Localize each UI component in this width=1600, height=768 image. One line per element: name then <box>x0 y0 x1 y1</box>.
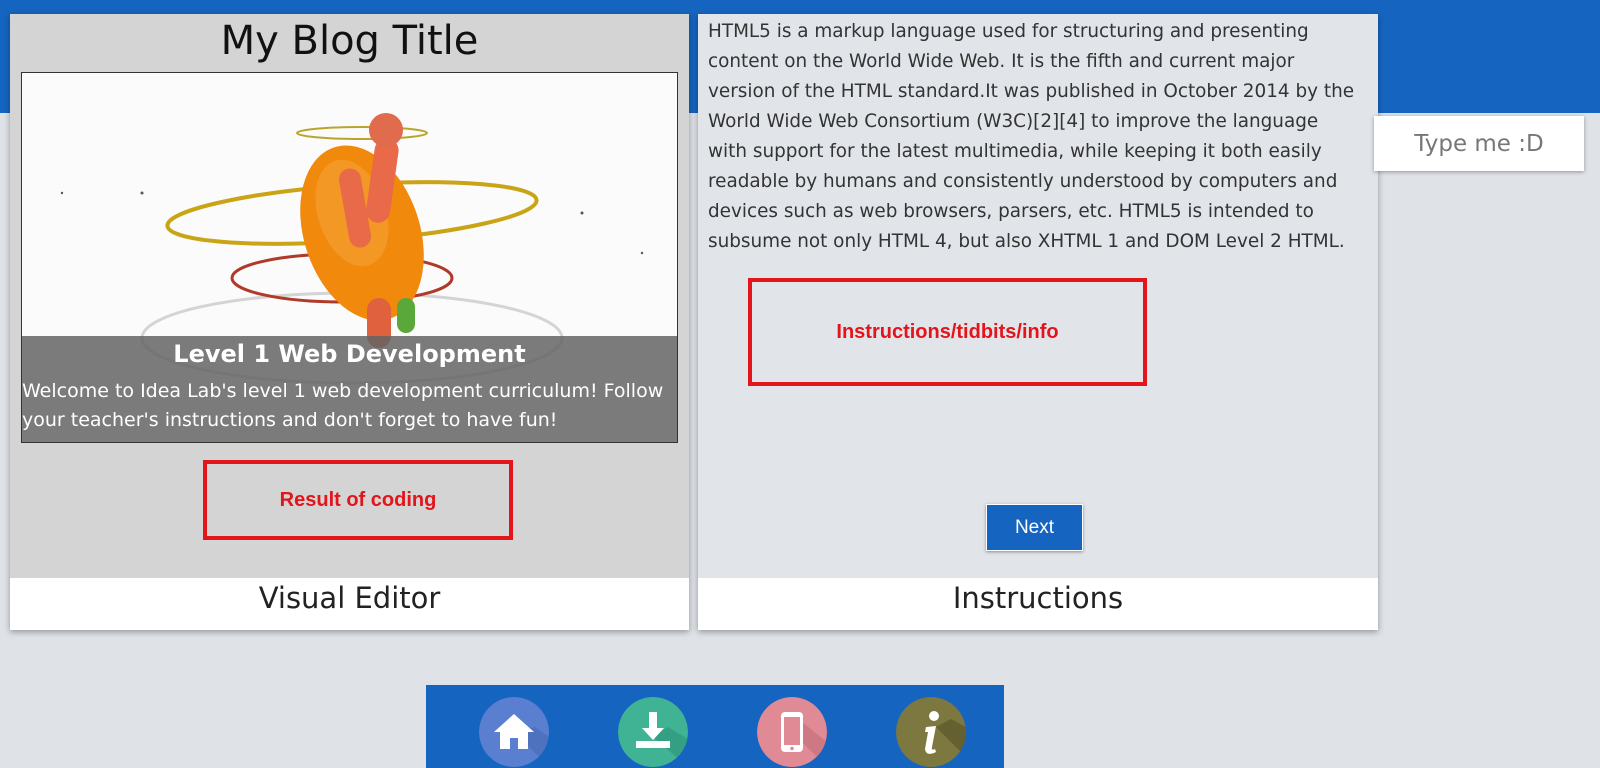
hero-heading: Level 1 Web Development <box>173 340 526 368</box>
mobile-device-icon <box>757 697 827 767</box>
hero-caption: Level 1 Web Development Welcome to Idea … <box>22 336 677 442</box>
mobile-device-button[interactable] <box>757 697 827 767</box>
info-button[interactable] <box>896 697 966 767</box>
instructions-panel: HTML5 is a markup language used for stru… <box>698 14 1378 630</box>
info-icon <box>896 697 966 767</box>
blog-title: My Blog Title <box>220 18 479 64</box>
visual-editor-label: Visual Editor <box>258 581 441 615</box>
result-of-coding-box: Result of coding <box>203 460 513 540</box>
instructions-label: Instructions <box>952 581 1124 615</box>
instructions-info-box: Instructions/tidbits/info <box>748 278 1147 386</box>
hero-text: Welcome to Idea Lab's level 1 web develo… <box>22 380 664 431</box>
result-box-label: Result of coding <box>279 488 437 511</box>
instructions-footer: Instructions <box>698 578 1378 630</box>
visual-editor-panel: My Blog Title Level 1 Web Development We… <box>10 14 689 630</box>
hero-card: Level 1 Web Development Welcome to Idea … <box>21 72 678 443</box>
download-icon <box>618 697 688 767</box>
next-button[interactable]: Next <box>986 504 1083 551</box>
visual-editor-footer: Visual Editor <box>10 578 689 630</box>
instructions-text: HTML5 is a markup language used for stru… <box>708 21 1355 252</box>
type-me-input[interactable] <box>1374 116 1584 171</box>
home-icon <box>479 697 549 767</box>
download-button[interactable] <box>618 697 688 767</box>
home-button[interactable] <box>479 697 549 767</box>
bottom-nav-bar <box>426 685 1004 768</box>
info-box-label: Instructions/tidbits/info <box>836 320 1059 343</box>
